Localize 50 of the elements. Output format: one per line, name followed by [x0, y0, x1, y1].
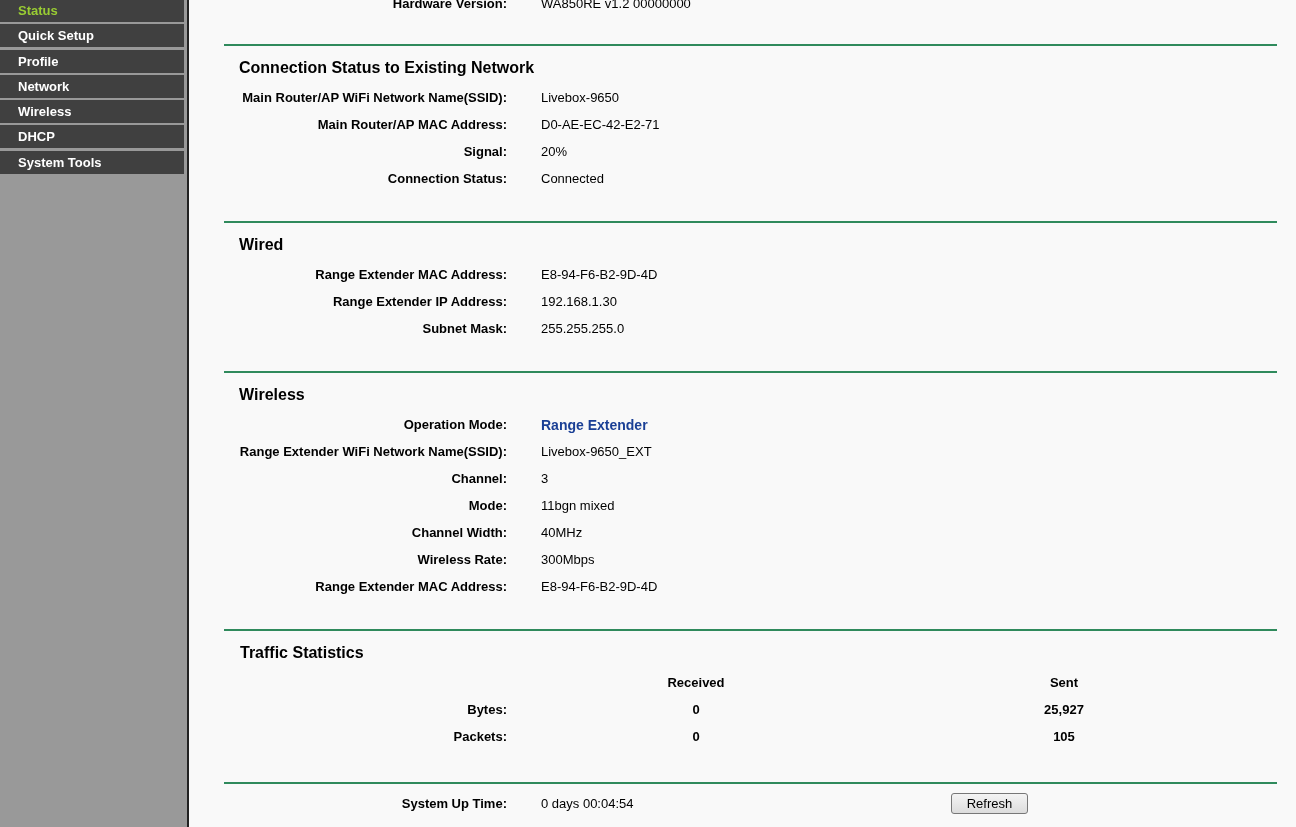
row-label: Packets: — [452, 729, 507, 744]
sidebar-item[interactable]: Status — [0, 0, 184, 22]
field-value: 0 days 00:04:54 — [541, 796, 635, 811]
field-value: Livebox-9650_EXT — [541, 444, 652, 459]
field-value: Range Extender — [541, 416, 648, 433]
field-value: 255.255.255.0 — [541, 321, 625, 336]
field-label: Range Extender MAC Address: — [314, 267, 507, 282]
field-label: Range Extender MAC Address: — [314, 579, 507, 594]
field-label: Connection Status: — [386, 171, 507, 186]
field-label: Main Router/AP MAC Address: — [316, 117, 507, 132]
sidebar-item[interactable]: Network — [0, 74, 184, 98]
sidebar-item[interactable]: DHCP — [0, 125, 184, 149]
field-value: Connected — [541, 171, 604, 186]
section-title: Connection Status to Existing Network — [239, 58, 536, 78]
field-value: D0-AE-EC-42-E2-71 — [541, 117, 660, 132]
field-label: Mode: — [467, 498, 507, 513]
field-label: Operation Mode: — [402, 417, 507, 432]
field-value: 3 — [541, 471, 549, 486]
field-label: Channel Width: — [410, 525, 507, 540]
field-label: Subnet Mask: — [421, 321, 507, 336]
field-label: Main Router/AP WiFi Network Name(SSID): — [241, 90, 507, 105]
sidebar-item[interactable]: System Tools — [0, 150, 184, 174]
field-label: Range Extender WiFi Network Name(SSID): — [238, 444, 507, 459]
table-cell-text: 0 — [691, 702, 701, 717]
sidebar-item[interactable]: Wireless — [0, 100, 184, 124]
field-label: Signal: — [462, 144, 507, 159]
field-value: E8-94-F6-B2-9D-4D — [541, 579, 658, 594]
sidebar-item[interactable]: Profile — [0, 49, 184, 73]
field-value: E8-94-F6-B2-9D-4D — [541, 267, 658, 282]
section-title: Traffic Statistics — [240, 643, 365, 663]
field-value: 192.168.1.30 — [541, 294, 617, 309]
field-label: System Up Time: — [400, 796, 507, 811]
table-cell-text: 0 — [691, 729, 701, 744]
row-label: Bytes: — [466, 702, 507, 717]
field-label: Range Extender IP Address: — [331, 294, 507, 309]
field-value: 300Mbps — [541, 552, 595, 567]
field-label: Channel: — [450, 471, 507, 486]
refresh-button[interactable]: Refresh — [951, 793, 1028, 814]
field-label: Wireless Rate: — [416, 552, 507, 567]
field-value: 40MHz — [541, 525, 583, 540]
section-title: Wireless — [239, 385, 306, 405]
section-title: Wired — [239, 235, 285, 255]
field-value: Livebox-9650 — [541, 90, 620, 105]
sidebar-item[interactable]: Quick Setup — [0, 24, 184, 48]
table-cell-text: 105 — [1052, 729, 1076, 744]
table-cell-text: 25,927 — [1043, 702, 1085, 717]
field-value: 11bgn mixed — [541, 498, 615, 513]
column-header: Received — [666, 675, 726, 690]
field-value: 20% — [541, 144, 568, 159]
column-header: Sent — [1048, 675, 1080, 690]
